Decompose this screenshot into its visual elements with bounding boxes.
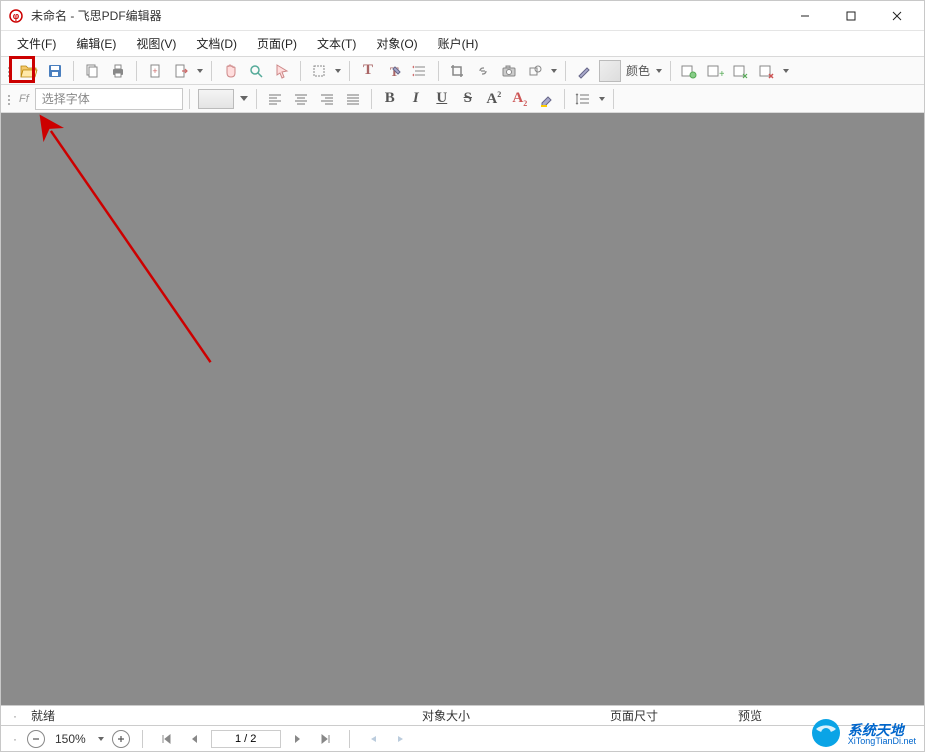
stamp4-button[interactable]: [755, 59, 779, 83]
toolbar-dropdown-1[interactable]: [195, 59, 205, 83]
select-dropdown[interactable]: [333, 59, 343, 83]
align-justify-button[interactable]: [341, 87, 365, 111]
align-center-button[interactable]: [289, 87, 313, 111]
stamp-dropdown[interactable]: [781, 59, 791, 83]
zoom-value[interactable]: 150%: [51, 732, 90, 746]
first-page-button[interactable]: [155, 728, 177, 750]
watermark-logo-icon: [810, 717, 842, 749]
subscript-button[interactable]: A2: [508, 87, 532, 111]
document-canvas[interactable]: [1, 113, 924, 705]
bold-button[interactable]: B: [378, 87, 402, 111]
menu-page[interactable]: 页面(P): [247, 32, 307, 55]
menu-file[interactable]: 文件(F): [7, 32, 66, 55]
font-name-input[interactable]: 选择字体: [35, 88, 183, 110]
text-edit-button[interactable]: T: [382, 59, 406, 83]
toolbar-main: + T T 颜色 +: [1, 57, 924, 85]
underline-button[interactable]: U: [430, 87, 454, 111]
stamp3-button[interactable]: [729, 59, 753, 83]
italic-button[interactable]: I: [404, 87, 428, 111]
shape-button[interactable]: [523, 59, 547, 83]
statusbar: · 就绪 对象大小 页面尺寸 预览: [1, 705, 924, 725]
toolbar-text: Ff 选择字体 B I U S A2 A2: [1, 85, 924, 113]
crop-button[interactable]: [445, 59, 469, 83]
menu-view[interactable]: 视图(V): [126, 32, 186, 55]
fill-button[interactable]: [598, 59, 622, 83]
status-preview: 预览: [732, 707, 792, 724]
prev-page-button[interactable]: [183, 728, 205, 750]
zoom-dropdown[interactable]: [96, 727, 106, 751]
page-insert-button[interactable]: +: [143, 59, 167, 83]
print-button[interactable]: [106, 59, 130, 83]
menu-account[interactable]: 账户(H): [428, 32, 489, 55]
zoom-in-button[interactable]: [112, 730, 130, 748]
last-page-button[interactable]: [315, 728, 337, 750]
menu-object[interactable]: 对象(O): [366, 32, 427, 55]
camera-button[interactable]: [497, 59, 521, 83]
highlight-button[interactable]: [534, 87, 558, 111]
toolbar-grip-2[interactable]: [5, 87, 15, 111]
stamp1-button[interactable]: [677, 59, 701, 83]
page-export-button[interactable]: [169, 59, 193, 83]
link-button[interactable]: [471, 59, 495, 83]
svg-text:+: +: [719, 69, 724, 79]
watermark: 系统天地 XiTongTianDi.net: [810, 723, 916, 752]
shape-dropdown[interactable]: [549, 59, 559, 83]
menu-edit[interactable]: 编辑(E): [66, 32, 126, 55]
titlebar: φ 未命名 - 飞思PDF编辑器: [1, 1, 924, 31]
hand-tool-button[interactable]: [218, 59, 242, 83]
save-button[interactable]: [43, 59, 67, 83]
font-style-swatch[interactable]: [196, 87, 236, 111]
align-left-button[interactable]: [263, 87, 287, 111]
maximize-button[interactable]: [828, 1, 874, 31]
line-spacing2-button[interactable]: [571, 87, 595, 111]
select-rect-button[interactable]: [307, 59, 331, 83]
open-button[interactable]: [17, 59, 41, 83]
color-label: 颜色: [624, 62, 652, 79]
toolbar-grip-1[interactable]: [5, 59, 15, 83]
history-forward-button[interactable]: [390, 728, 412, 750]
bottombar: · 150% 1 / 2 系统天地 XiTongTianDi.net: [1, 725, 924, 751]
next-page-button[interactable]: [287, 728, 309, 750]
line-spacing-button[interactable]: [408, 59, 432, 83]
app-icon: φ: [7, 7, 25, 25]
text-tool-button[interactable]: T: [356, 59, 380, 83]
menu-document[interactable]: 文档(D): [186, 32, 247, 55]
annotation-arrow: [1, 113, 924, 705]
zoom-tool-button[interactable]: [244, 59, 268, 83]
arrow-tool-button[interactable]: [270, 59, 294, 83]
status-ready: 就绪: [25, 707, 85, 724]
status-grip: ·: [9, 709, 21, 723]
menubar: 文件(F) 编辑(E) 视图(V) 文档(D) 页面(P) 文本(T) 对象(O…: [1, 31, 924, 57]
font-family-icon: Ff: [17, 93, 31, 105]
status-page-size: 页面尺寸: [604, 707, 664, 724]
brush-button[interactable]: [572, 59, 596, 83]
strike-button[interactable]: S: [456, 87, 480, 111]
close-button[interactable]: [874, 1, 920, 31]
minimize-button[interactable]: [782, 1, 828, 31]
color-dropdown[interactable]: [654, 59, 664, 83]
window-title: 未命名 - 飞思PDF编辑器: [31, 7, 162, 24]
zoom-out-button[interactable]: [27, 730, 45, 748]
page-indicator[interactable]: 1 / 2: [211, 730, 281, 748]
svg-text:φ: φ: [13, 11, 20, 21]
superscript-button[interactable]: A2: [482, 87, 506, 111]
status-obj-size: 对象大小: [416, 707, 476, 724]
line-spacing-dropdown[interactable]: [597, 87, 607, 111]
menu-text[interactable]: 文本(T): [307, 32, 366, 55]
stamp2-button[interactable]: +: [703, 59, 727, 83]
align-right-button[interactable]: [315, 87, 339, 111]
svg-text:+: +: [152, 66, 157, 76]
font-style-dropdown[interactable]: [238, 87, 250, 111]
history-back-button[interactable]: [362, 728, 384, 750]
copy-button[interactable]: [80, 59, 104, 83]
watermark-en: XiTongTianDi.net: [848, 737, 916, 746]
bottom-grip: ·: [9, 732, 21, 746]
watermark-cn: 系统天地: [848, 723, 916, 737]
